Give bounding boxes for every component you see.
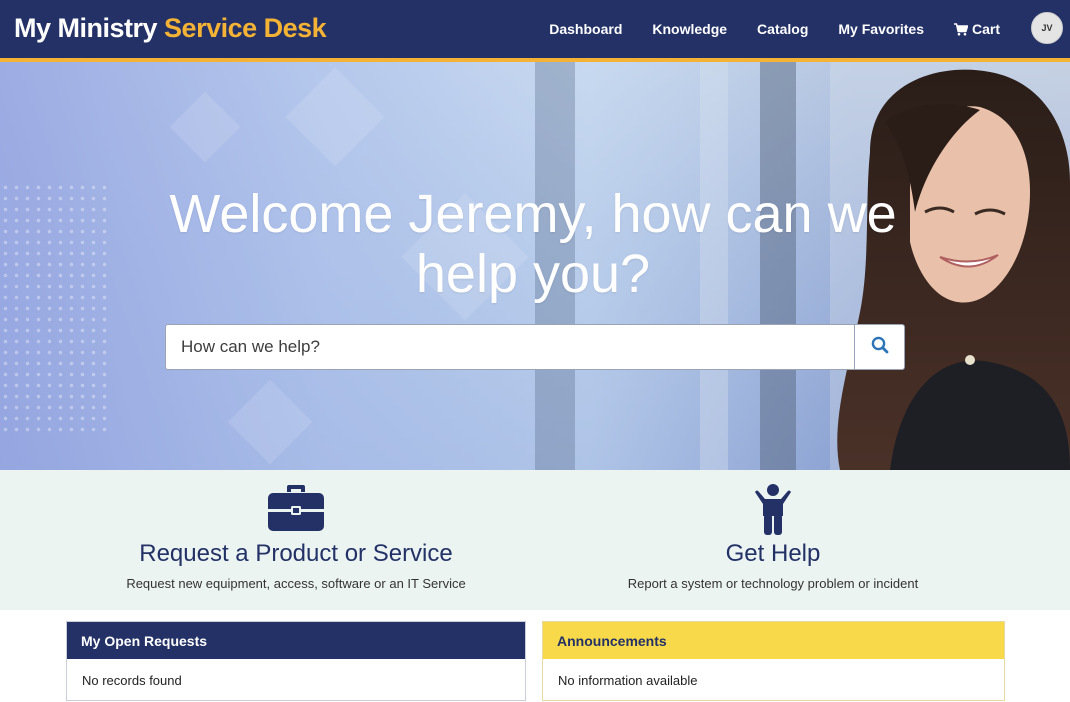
nav-knowledge[interactable]: Knowledge [652,21,727,37]
get-help-card[interactable]: Get Help Report a system or technology p… [553,470,993,610]
person-arms-up-icon [553,484,993,536]
hero-banner: Welcome Jeremy, how can we help you? [0,62,1070,470]
open-requests-title: My Open Requests [67,622,525,659]
brand-name-secondary: Service Desk [164,13,327,43]
hero-welcome-title: Welcome Jeremy, how can we help you? [169,184,897,304]
search-icon [871,336,889,359]
quick-actions: Request a Product or Service Request new… [0,470,1070,610]
get-help-title: Get Help [725,540,821,567]
cart-icon [953,22,968,36]
search-button[interactable] [855,324,905,370]
main-nav: Dashboard Knowledge Catalog My Favorites… [549,0,1000,58]
nav-catalog[interactable]: Catalog [757,21,808,37]
brand-name-primary: My Ministry [14,13,158,43]
nav-cart-label: Cart [971,21,1000,37]
nav-cart[interactable]: Cart [953,21,1000,37]
request-product-title: Request a Product or Service [139,540,453,567]
announcements-panel: Announcements No information available [542,621,1005,701]
brand-logo[interactable]: My Ministry Service Desk [14,13,327,44]
request-product-description: Request new equipment, access, software … [126,576,466,591]
briefcase-icon [76,484,516,536]
hero-search [165,324,905,370]
search-input[interactable] [165,324,855,370]
open-requests-empty: No records found [82,673,182,688]
hero-diamond [227,379,313,465]
get-help-description: Report a system or technology problem or… [627,576,919,591]
hero-diamond [169,91,241,163]
user-avatar[interactable]: JV [1031,12,1063,44]
hero-diamond [285,67,385,167]
announcements-empty: No information available [558,673,698,688]
hero-dot-pattern [0,182,110,432]
announcements-title: Announcements [543,622,1004,659]
open-requests-panel: My Open Requests No records found [66,621,526,701]
nav-dashboard[interactable]: Dashboard [549,21,622,37]
request-product-service-card[interactable]: Request a Product or Service Request new… [76,470,516,610]
nav-my-favorites[interactable]: My Favorites [838,21,924,37]
top-header: My Ministry Service Desk Dashboard Knowl… [0,0,1070,58]
